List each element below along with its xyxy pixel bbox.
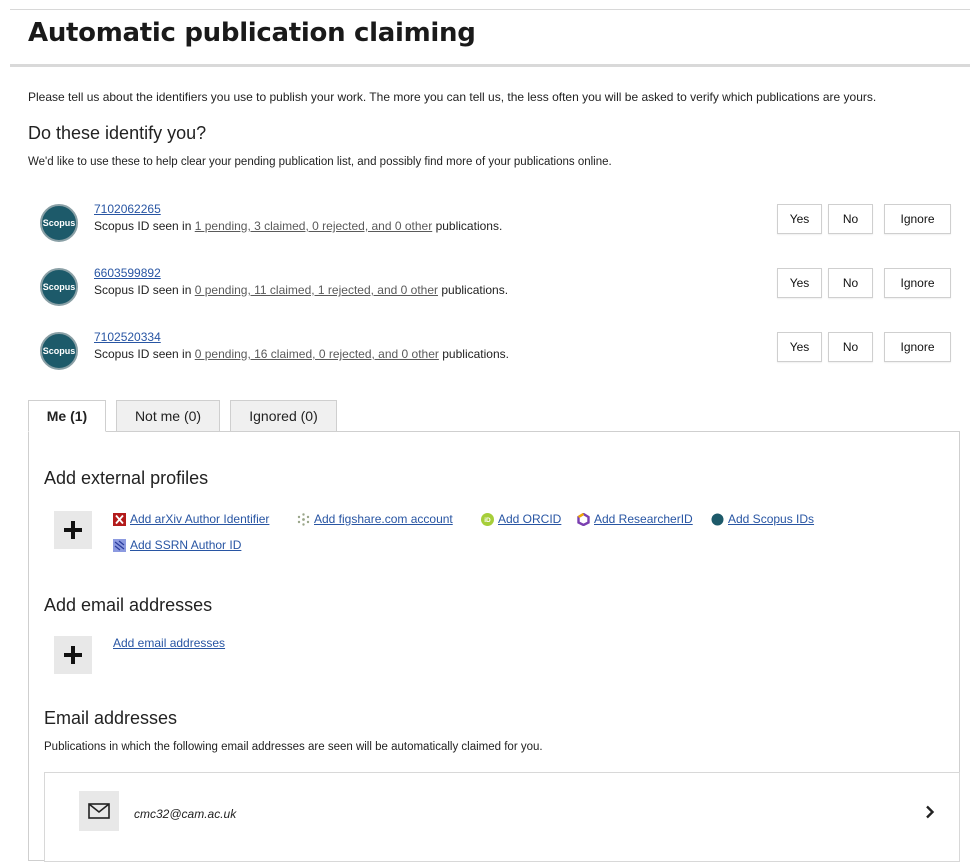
add-arxiv-link[interactable]: Add arXiv Author Identifier bbox=[113, 512, 269, 526]
yes-button[interactable]: Yes bbox=[777, 332, 822, 362]
summary-suffix: publications. bbox=[441, 283, 509, 297]
add-email-heading: Add email addresses bbox=[44, 595, 213, 615]
scopus-icon bbox=[711, 513, 724, 525]
tab-me[interactable]: Me (1) bbox=[28, 400, 106, 432]
plus-icon bbox=[64, 521, 82, 539]
external-profiles-heading: Add external profiles bbox=[44, 468, 209, 488]
email-addresses-heading: Email addresses bbox=[44, 708, 178, 728]
page-title: Automatic publication claiming bbox=[28, 18, 476, 48]
identifier-row: Scopus 6603599892 Scopus ID seen in 0 pe… bbox=[40, 263, 952, 309]
add-scopus-link[interactable]: Add Scopus IDs bbox=[711, 512, 814, 526]
summary-prefix: Scopus ID seen in bbox=[94, 347, 192, 361]
add-researcherid-label: Add ResearcherID bbox=[594, 512, 693, 526]
title-divider bbox=[10, 64, 970, 67]
add-email-button[interactable] bbox=[54, 636, 92, 674]
summary-suffix: publications. bbox=[435, 219, 503, 233]
tab-ignored[interactable]: Ignored (0) bbox=[230, 400, 337, 432]
scopus-badge-icon: Scopus bbox=[40, 268, 78, 306]
add-orcid-label: Add ORCID bbox=[498, 512, 562, 526]
no-button[interactable]: No bbox=[828, 204, 873, 234]
add-profile-button[interactable] bbox=[54, 511, 92, 549]
publication-counts-link[interactable]: 0 pending, 11 claimed, 1 rejected, and 0… bbox=[195, 283, 438, 297]
add-figshare-link[interactable]: Add figshare.com account bbox=[297, 512, 453, 526]
researcherid-icon bbox=[577, 512, 590, 526]
publication-counts-link[interactable]: 1 pending, 3 claimed, 0 rejected, and 0 … bbox=[195, 219, 433, 233]
scopus-id-link[interactable]: 6603599892 bbox=[94, 266, 161, 280]
email-addresses-note: Publications in which the following emai… bbox=[44, 741, 543, 753]
top-divider bbox=[10, 9, 970, 10]
add-arxiv-label: Add arXiv Author Identifier bbox=[130, 512, 270, 526]
email-address: cmc32@cam.ac.uk bbox=[134, 807, 237, 821]
scopus-id-summary: Scopus ID seen in 0 pending, 16 claimed,… bbox=[94, 347, 509, 361]
add-ssrn-link[interactable]: Add SSRN Author ID bbox=[113, 538, 241, 552]
chevron-right-icon[interactable] bbox=[925, 805, 935, 819]
summary-prefix: Scopus ID seen in bbox=[94, 219, 192, 233]
scopus-badge-icon: Scopus bbox=[40, 332, 78, 370]
no-button[interactable]: No bbox=[828, 268, 873, 298]
yes-button[interactable]: Yes bbox=[777, 204, 822, 234]
add-ssrn-label: Add SSRN Author ID bbox=[130, 538, 242, 552]
add-researcherid-link[interactable]: Add ResearcherID bbox=[577, 512, 693, 526]
identifier-row: Scopus 7102520334 Scopus ID seen in 0 pe… bbox=[40, 327, 952, 373]
envelope-icon bbox=[79, 791, 119, 831]
summary-prefix: Scopus ID seen in bbox=[94, 283, 192, 297]
ignore-button[interactable]: Ignore bbox=[884, 332, 951, 362]
scopus-id-summary: Scopus ID seen in 1 pending, 3 claimed, … bbox=[94, 219, 502, 233]
scopus-id-link[interactable]: 7102520334 bbox=[94, 330, 161, 344]
identifier-row: Scopus 7102062265 Scopus ID seen in 1 pe… bbox=[40, 199, 952, 245]
scopus-id-summary: Scopus ID seen in 0 pending, 11 claimed,… bbox=[94, 283, 508, 297]
orcid-icon: iD bbox=[481, 512, 494, 526]
add-figshare-label: Add figshare.com account bbox=[314, 512, 453, 526]
add-email-link[interactable]: Add email addresses bbox=[113, 636, 225, 650]
plus-icon bbox=[64, 646, 82, 664]
no-button[interactable]: No bbox=[828, 332, 873, 362]
summary-suffix: publications. bbox=[442, 347, 509, 361]
yes-button[interactable]: Yes bbox=[777, 268, 822, 298]
ssrn-icon bbox=[113, 538, 126, 552]
tab-not-me[interactable]: Not me (0) bbox=[116, 400, 220, 432]
add-orcid-link[interactable]: iD Add ORCID bbox=[481, 512, 561, 526]
arxiv-icon bbox=[113, 512, 126, 526]
tab-panel-me: Add external profiles Add arXiv Author I… bbox=[28, 431, 960, 862]
add-scopus-label: Add Scopus IDs bbox=[728, 512, 815, 526]
scopus-id-link[interactable]: 7102062265 bbox=[94, 202, 161, 216]
svg-text:iD: iD bbox=[484, 517, 491, 524]
email-address-item[interactable]: cmc32@cam.ac.uk bbox=[44, 772, 960, 862]
scopus-badge-icon: Scopus bbox=[40, 204, 78, 242]
ignore-button[interactable]: Ignore bbox=[884, 204, 951, 234]
ignore-button[interactable]: Ignore bbox=[884, 268, 951, 298]
figshare-icon bbox=[297, 512, 310, 526]
intro-text: Please tell us about the identifiers you… bbox=[28, 90, 877, 104]
identify-subtext: We'd like to use these to help clear you… bbox=[28, 156, 612, 168]
publication-counts-link[interactable]: 0 pending, 16 claimed, 0 rejected, and 0… bbox=[195, 347, 439, 361]
identify-heading: Do these identify you? bbox=[28, 123, 207, 143]
